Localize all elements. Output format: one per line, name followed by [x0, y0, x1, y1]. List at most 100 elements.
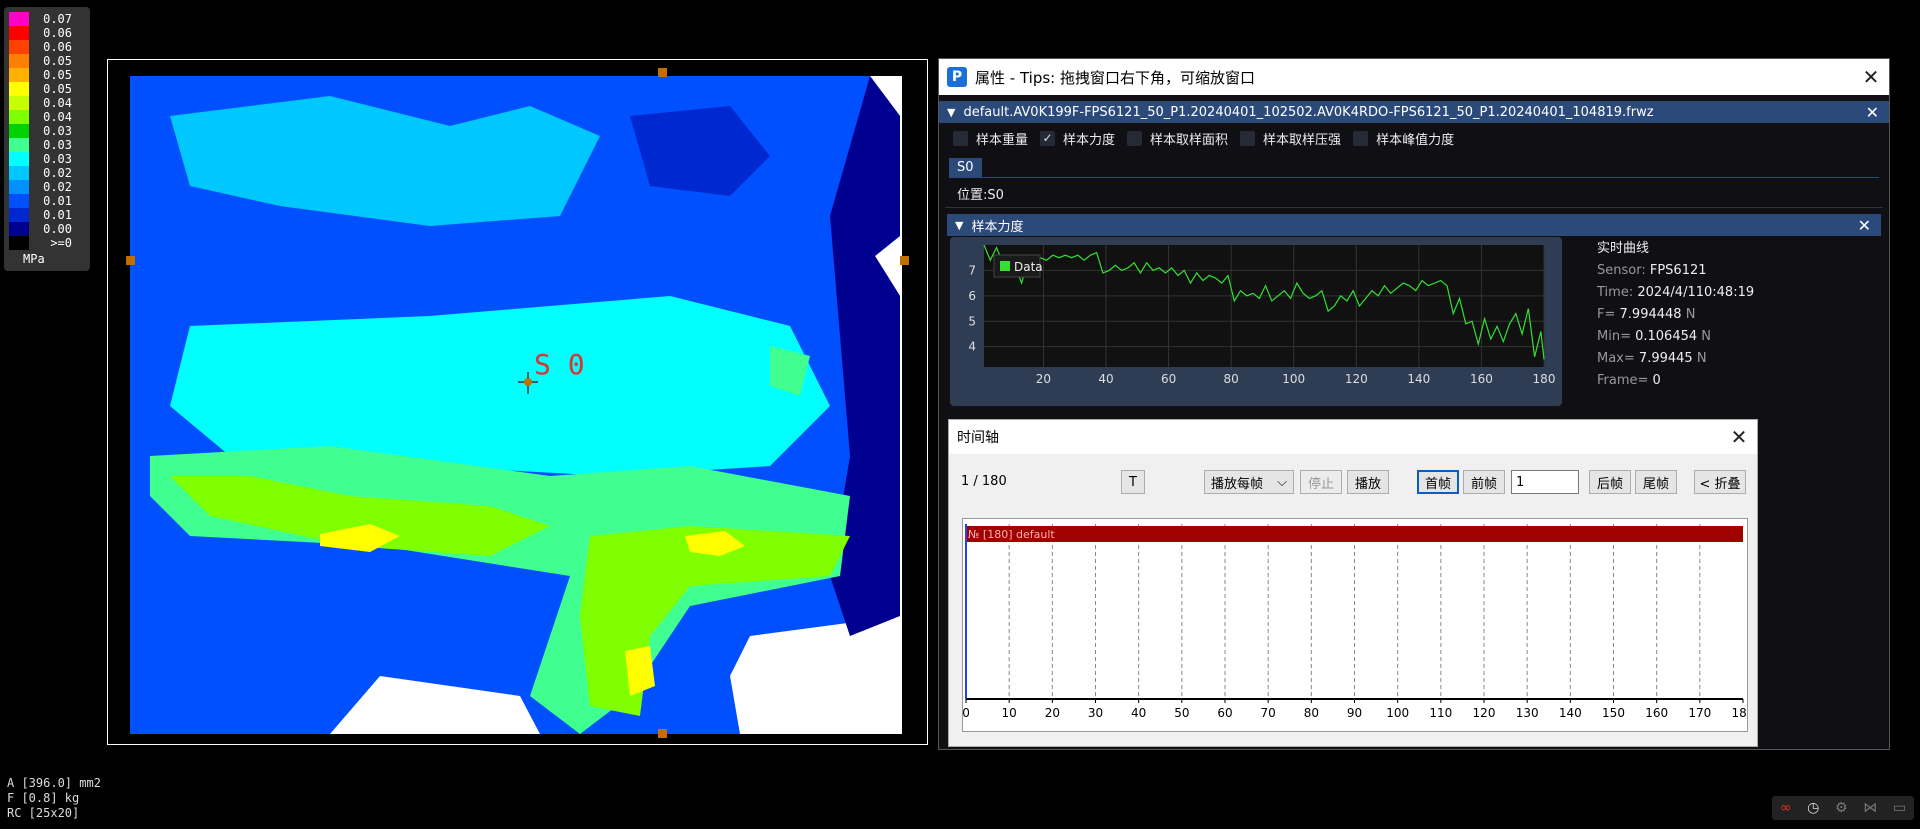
legend-value: 0.04 — [43, 96, 72, 110]
timeline-close-icon[interactable]: ✕ — [1721, 425, 1757, 449]
time-tick-label: 20 — [1045, 706, 1060, 720]
time-tick-label: 170 — [1688, 706, 1711, 720]
status-readout: A [396.0] mm2 F [0.8] kg RC [25x20] — [7, 776, 101, 821]
link-icon[interactable]: ∞ — [1780, 800, 1792, 816]
legend-row: 0.04 — [9, 96, 90, 110]
force-section-header[interactable]: ▼ 样本力度 ✕ — [947, 214, 1881, 236]
legend-value: 0.01 — [43, 208, 72, 222]
first-frame-button[interactable]: 首帧 — [1417, 470, 1459, 494]
resize-handle-left[interactable] — [126, 256, 135, 265]
checkbox-icon[interactable] — [1127, 130, 1143, 146]
legend-swatch — [9, 208, 29, 222]
fold-button[interactable]: < 折叠 — [1694, 470, 1746, 494]
property-titlebar[interactable]: P 属性 - Tips: 拖拽窗口右下角，可缩放窗口 ✕ — [939, 59, 1889, 95]
timeline-titlebar[interactable]: 时间轴 ✕ — [949, 420, 1757, 454]
x-tick-label: 140 — [1407, 372, 1430, 386]
checkbox-label: 样本取样面积 — [1150, 132, 1229, 148]
app-logo-icon: P — [947, 67, 967, 87]
checkbox-icon[interactable] — [953, 130, 968, 146]
timeline-window[interactable]: 时间轴 ✕ 1 / 180 T 播放每帧⌵ 停止 播放 首帧 前帧 后帧 尾帧 … — [948, 419, 1758, 747]
section-triangle-icon[interactable]: ▼ — [955, 219, 963, 232]
frame-counter: 1 / 180 — [961, 474, 1007, 489]
next-frame-button[interactable]: 后帧 — [1589, 470, 1631, 494]
legend-row: 0.03 — [9, 124, 90, 138]
time-tick-label: 130 — [1516, 706, 1539, 720]
checkbox-label: 样本重量 — [976, 132, 1029, 148]
legend-swatch — [9, 54, 29, 68]
heatmap-region-cyan-mid — [170, 296, 830, 476]
checkbox-icon[interactable] — [1353, 130, 1369, 146]
legend-swatch — [9, 40, 29, 54]
resize-handle-right[interactable] — [900, 256, 909, 265]
legend-row: >=0 — [9, 236, 90, 250]
t-button[interactable]: T — [1121, 470, 1145, 494]
timeline-track[interactable]: 0 10 20 30 40 50 60 70 80 90 100 110 120 130 140 150 160… — [962, 518, 1748, 732]
legend-row: 0.03 — [9, 152, 90, 166]
prev-frame-button[interactable]: 前帧 — [1463, 470, 1505, 494]
time-tick-label: 140 — [1559, 706, 1582, 720]
sensor-row: Sensor: FPS6121 — [1597, 263, 1707, 278]
force-chart[interactable]: 4 5 6 7 20 40 60 80 100 120 140 160 180 Data — [950, 237, 1562, 406]
tray-toolbar: ∞ ◷ ⚙ ⋈ ▭ — [1772, 796, 1914, 820]
timer-icon[interactable]: ◷ — [1807, 800, 1819, 816]
time-tick-label: 30 — [1088, 706, 1103, 720]
chevron-down-icon: ⌵ — [1277, 474, 1287, 490]
section-title: 样本力度 — [971, 219, 1024, 235]
tab-s0[interactable]: S0 — [949, 158, 982, 177]
time-tick-label: 70 — [1261, 706, 1276, 720]
sample-option-checkbox[interactable]: 样本取样面积 — [1127, 129, 1228, 148]
sensor-value: FPS6121 — [1649, 263, 1707, 278]
legend-value: 0.06 — [43, 26, 72, 40]
time-tick-label: 150 — [1602, 706, 1625, 720]
time-tick-label: 80 — [1304, 706, 1319, 720]
checkbox-icon[interactable]: ✓ — [1040, 130, 1056, 146]
window-icon[interactable]: ▭ — [1893, 800, 1906, 816]
force-value: 7.994448 — [1619, 307, 1682, 322]
sample-option-checkbox[interactable]: 样本重量 — [953, 129, 1028, 148]
x-tick-label: 80 — [1224, 372, 1239, 386]
stop-button[interactable]: 停止 — [1300, 470, 1342, 494]
area-readout: A [396.0] mm2 — [7, 776, 101, 790]
legend-swatch — [9, 124, 29, 138]
property-close-icon[interactable]: ✕ — [1853, 65, 1889, 89]
x-tick-label: 100 — [1282, 372, 1305, 386]
checkbox-icon[interactable] — [1240, 130, 1256, 146]
legend-value: 0.05 — [43, 82, 72, 96]
max-row: Max= 7.99445 N — [1597, 351, 1707, 366]
y-tick-label: 6 — [968, 289, 976, 303]
resize-handle-top[interactable] — [658, 68, 667, 77]
legend-row: 0.02 — [9, 166, 90, 180]
play-button[interactable]: 播放 — [1347, 470, 1389, 494]
settings-icon[interactable]: ⚙ — [1835, 800, 1848, 816]
track-bar — [966, 526, 1743, 542]
play-mode-select[interactable]: 播放每帧 ⌵ — [1204, 470, 1294, 494]
sample-option-checkbox[interactable]: 样本峰值力度 — [1353, 129, 1454, 148]
last-frame-button[interactable]: 尾帧 — [1635, 470, 1677, 494]
pressure-heatmap[interactable]: S 0 — [130, 76, 902, 734]
legend-swatch-data — [1000, 261, 1010, 271]
signal-icon[interactable]: ⋈ — [1863, 800, 1877, 816]
sample-option-checkbox[interactable]: ✓ 样本力度 — [1040, 129, 1115, 148]
checkbox-label: 样本峰值力度 — [1376, 132, 1455, 148]
legend-value: 0.03 — [43, 152, 72, 166]
file-header[interactable]: ▼ default.AV0K199F-FPS6121_50_P1.2024040… — [939, 101, 1889, 123]
legend-row: 0.03 — [9, 138, 90, 152]
property-title: 属性 - Tips: 拖拽窗口右下角，可缩放窗口 — [975, 68, 1255, 87]
legend-swatch — [9, 236, 29, 250]
legend-row: 0.05 — [9, 82, 90, 96]
file-close-icon[interactable]: ✕ — [1866, 103, 1879, 122]
collapse-triangle-icon[interactable]: ▼ — [947, 106, 955, 119]
resize-handle-bottom[interactable] — [658, 729, 667, 738]
time-tick-label: 50 — [1174, 706, 1189, 720]
legend-swatch — [9, 180, 29, 194]
legend-swatch — [9, 82, 29, 96]
frame-row: Frame= 0 — [1597, 373, 1661, 388]
x-tick-label: 60 — [1161, 372, 1176, 386]
section-close-icon[interactable]: ✕ — [1858, 216, 1871, 235]
legend-swatch — [9, 68, 29, 82]
sample-option-checkbox[interactable]: 样本取样压强 — [1240, 129, 1341, 148]
frame-input[interactable] — [1511, 470, 1579, 494]
time-row: Time: 2024/4/110:48:19 — [1597, 285, 1755, 300]
min-row: Min= 0.106454 N — [1597, 329, 1712, 344]
timeline-title: 时间轴 — [957, 430, 999, 446]
